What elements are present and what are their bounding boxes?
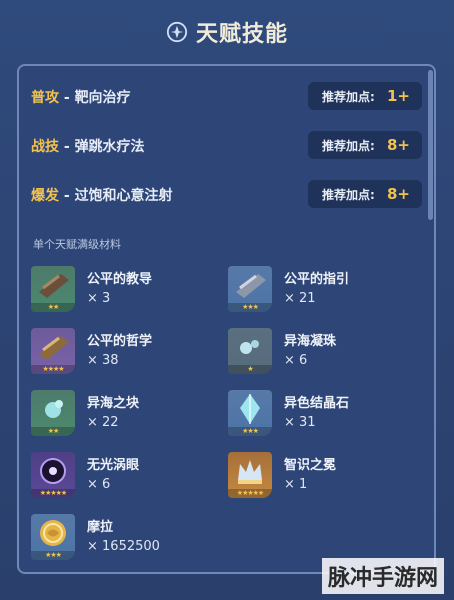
water-droplet-icon: ★ (228, 328, 272, 374)
skill-type: 战技 (31, 139, 59, 155)
material-qty: × 6 (87, 477, 111, 492)
material-qty: × 31 (284, 415, 316, 430)
rec-label: 推荐加点: (322, 138, 375, 153)
skill-name: 弹跳水疗法 (74, 139, 145, 155)
talent-panel: 普攻 - 靶向治疗 推荐加点: 1+ 战技 - 弹跳水疗法 推荐加点: 8+ 爆… (17, 64, 436, 574)
material-qty: × 1 (284, 477, 308, 492)
rec-label: 推荐加点: (322, 187, 375, 202)
material-name: 异海凝珠 (284, 334, 337, 349)
material-qty: × 21 (284, 291, 316, 306)
material-name: 无光涡眼 (87, 458, 140, 473)
material-item[interactable]: ★★★ 异色结晶石 × 31 (228, 390, 418, 446)
page-header: 天赋技能 (0, 12, 454, 52)
skill-row-normal-attack[interactable]: 普攻 - 靶向治疗 推荐加点: 1+ (31, 82, 422, 112)
skill-row-elemental-skill[interactable]: 战技 - 弹跳水疗法 推荐加点: 8+ (31, 131, 422, 161)
skill-row-elemental-burst[interactable]: 爆发 - 过饱和心意注射 推荐加点: 8+ (31, 180, 422, 210)
material-qty: × 22 (87, 415, 119, 430)
rarity-stars: ★ (228, 365, 272, 374)
recommended-level-badge: 推荐加点: 8+ (308, 180, 422, 208)
skill-separator: - (59, 139, 75, 155)
material-qty: × 1652500 (87, 539, 160, 554)
vortex-eye-icon: ★★★★★ (31, 452, 75, 498)
materials-section-title: 单个天赋满级材料 (33, 238, 121, 251)
skill-type: 爆发 (31, 188, 59, 204)
rarity-stars: ★★★ (228, 427, 272, 436)
material-item[interactable]: ★★ 异海之块 × 22 (31, 390, 221, 446)
material-name: 公平的哲学 (87, 334, 153, 349)
recommended-level-badge: 推荐加点: 8+ (308, 131, 422, 159)
water-droplet-icon: ★★ (31, 390, 75, 436)
material-name: 公平的指引 (284, 272, 350, 287)
skill-name: 过饱和心意注射 (74, 188, 173, 204)
rarity-stars: ★★★★ (31, 365, 75, 374)
rarity-stars: ★★★ (228, 303, 272, 312)
book-scroll-icon: ★★★ (228, 266, 272, 312)
rarity-stars: ★★★ (31, 551, 75, 560)
material-name: 异海之块 (87, 396, 140, 411)
rarity-stars: ★★★★★ (31, 489, 75, 498)
material-qty: × 3 (87, 291, 111, 306)
material-name: 异色结晶石 (284, 396, 350, 411)
scrollbar[interactable] (428, 70, 433, 220)
book-scroll-icon: ★★★★ (31, 328, 75, 374)
rec-value: 8+ (386, 136, 410, 154)
crystal-icon: ★★★ (228, 390, 272, 436)
material-item[interactable]: ★★★★ 公平的哲学 × 38 (31, 328, 221, 384)
skill-separator: - (59, 188, 75, 204)
material-item[interactable]: ★★★ 摩拉 × 1652500 (31, 514, 221, 570)
rec-label: 推荐加点: (322, 89, 375, 104)
mora-coin-icon: ★★★ (31, 514, 75, 560)
material-name: 智识之冕 (284, 458, 337, 473)
book-scroll-icon: ★★ (31, 266, 75, 312)
material-item[interactable]: ★★★★★ 智识之冕 × 1 (228, 452, 418, 508)
crown-icon: ★★★★★ (228, 452, 272, 498)
material-qty: × 38 (87, 353, 119, 368)
skill-label: 爆发 - 过饱和心意注射 (31, 185, 173, 205)
skill-name: 靶向治疗 (74, 90, 131, 106)
skill-type: 普攻 (31, 90, 59, 106)
sparkle-emblem-icon (166, 21, 188, 43)
material-item[interactable]: ★ 异海凝珠 × 6 (228, 328, 418, 384)
material-name: 公平的教导 (87, 272, 153, 287)
rarity-stars: ★★ (31, 303, 75, 312)
material-qty: × 6 (284, 353, 308, 368)
material-item[interactable]: ★★ 公平的教导 × 3 (31, 266, 221, 322)
watermark: 脉冲手游网 (321, 558, 444, 594)
material-item[interactable]: ★★★★★ 无光涡眼 × 6 (31, 452, 221, 508)
material-name: 摩拉 (87, 520, 114, 535)
skill-label: 普攻 - 靶向治疗 (31, 87, 131, 107)
page-title: 天赋技能 (195, 21, 288, 47)
skill-label: 战技 - 弹跳水疗法 (31, 136, 145, 156)
material-item[interactable]: ★★★ 公平的指引 × 21 (228, 266, 418, 322)
rec-value: 1+ (386, 87, 410, 105)
recommended-level-badge: 推荐加点: 1+ (308, 82, 422, 110)
rec-value: 8+ (386, 185, 410, 203)
rarity-stars: ★★ (31, 427, 75, 436)
skill-separator: - (59, 90, 75, 106)
rarity-stars: ★★★★★ (228, 489, 272, 498)
